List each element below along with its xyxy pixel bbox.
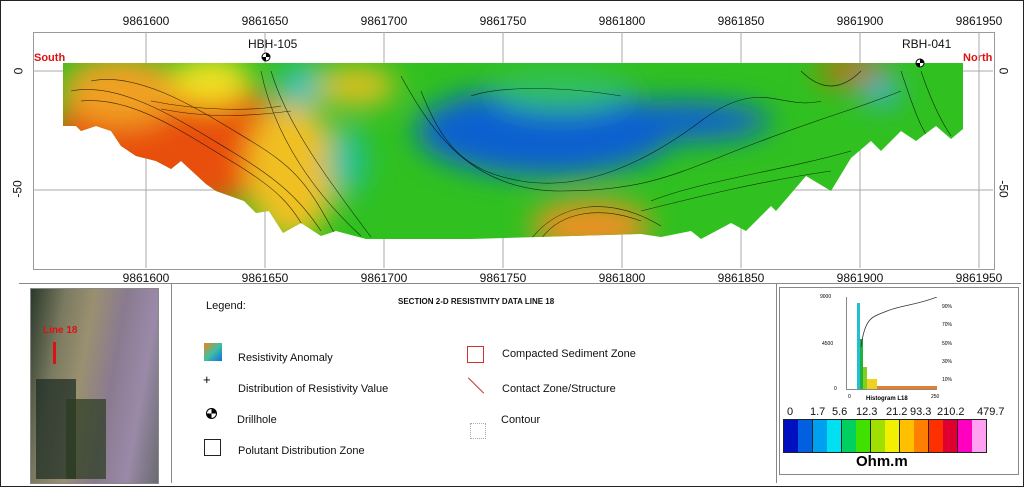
resistivity-anomaly-icon — [204, 343, 222, 361]
colorbar-segment — [871, 420, 885, 452]
colorbar-segment — [958, 420, 972, 452]
pct-tick: 70% — [942, 322, 953, 328]
colorbar-label: 21.2 — [886, 406, 908, 418]
legend-label: Drillhole — [237, 414, 277, 426]
legend-label: Contact Zone/Structure — [502, 383, 616, 395]
vegetation-area — [66, 399, 106, 479]
colorbar-unit: Ohm.m — [856, 453, 908, 470]
drillhole-icon — [915, 58, 925, 68]
plus-icon: + — [203, 372, 211, 387]
legend-heading: Legend: — [206, 300, 246, 312]
resistivity-contour-fill — [63, 63, 963, 239]
hist-y-tick: 9000 — [820, 294, 832, 300]
colorbar-segment — [784, 420, 798, 452]
contour-icon — [470, 423, 486, 439]
line-label: Line 18 — [43, 325, 78, 336]
colorbar-segment — [914, 420, 929, 452]
red-square-icon — [467, 346, 484, 363]
histogram-title: Histogram L18 — [866, 396, 908, 402]
legend-label: Polutant Distribution Zone — [238, 445, 365, 457]
pct-tick: 10% — [942, 377, 953, 383]
colorbar-segment — [856, 420, 871, 452]
colorbar-segment — [885, 420, 900, 452]
drillhole-icon — [261, 52, 271, 62]
hist-y-tick: 0 — [834, 386, 837, 392]
colorbar-label: 210.2 — [937, 406, 965, 418]
pct-tick: 30% — [942, 359, 953, 365]
pct-tick: 50% — [942, 341, 953, 347]
resistivity-section — [33, 32, 993, 268]
colorbar-segment — [813, 420, 827, 452]
colorbar-segment — [798, 420, 813, 452]
location-map: Line 18 — [30, 288, 159, 484]
hist-x-tick: 0 — [848, 394, 851, 400]
pct-tick: 90% — [942, 304, 953, 310]
colorbar — [783, 419, 987, 453]
histogram-plot — [846, 297, 937, 390]
histogram-panel: 9000 4500 0 0 250 Histogram L18 90% 70% … — [779, 287, 1019, 475]
red-line-icon — [467, 377, 485, 394]
legend-label: Resistivity Anomaly — [238, 352, 333, 364]
colorbar-segment — [842, 420, 856, 452]
cumulative-curve — [860, 297, 937, 348]
legend-label: Contour — [501, 414, 541, 426]
legend-panel: Legend: SECTION 2-D RESISTIVITY DATA LIN… — [171, 284, 777, 483]
colorbar-label: 12.3 — [856, 406, 878, 418]
colorbar-segment — [972, 420, 986, 452]
drillhole-icon — [206, 408, 217, 419]
colorbar-segment — [827, 420, 842, 452]
line-marker — [53, 342, 56, 364]
legend-label: Compacted Sediment Zone — [502, 348, 636, 360]
hist-x-tick: 250 — [931, 394, 940, 400]
hist-y-tick: 4500 — [822, 341, 834, 347]
square-icon — [204, 439, 221, 456]
colorbar-label: 5.6 — [832, 406, 848, 418]
colorbar-label: 479.7 — [977, 406, 1005, 418]
resistivity-section-figure: 9861600 9861650 9861700 9861750 9861800 … — [0, 0, 1024, 487]
colorbar-label: 93.3 — [910, 406, 932, 418]
colorbar-label: 0 — [787, 406, 794, 418]
colorbar-label: 1.7 — [810, 406, 826, 418]
colorbar-segment — [943, 420, 958, 452]
legend-label: Distribution of Resistivity Value — [238, 383, 389, 395]
colorbar-segment — [929, 420, 943, 452]
colorbar-segment — [900, 420, 914, 452]
legend-title: SECTION 2-D RESISTIVITY DATA LINE 18 — [398, 297, 555, 306]
